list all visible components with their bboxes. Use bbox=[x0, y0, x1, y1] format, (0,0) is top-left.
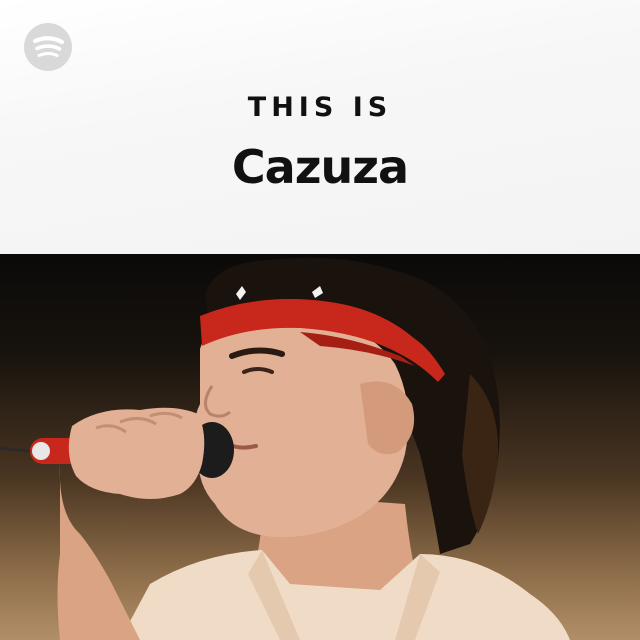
cover-header: THIS IS Cazuza bbox=[0, 0, 640, 254]
playlist-kicker: THIS IS bbox=[247, 92, 393, 123]
singer-photo bbox=[0, 257, 570, 640]
artist-name: Cazuza bbox=[231, 140, 409, 194]
spotify-logo-icon bbox=[24, 23, 72, 71]
artist-photo bbox=[0, 254, 640, 640]
playlist-cover: THIS IS Cazuza bbox=[0, 0, 640, 640]
